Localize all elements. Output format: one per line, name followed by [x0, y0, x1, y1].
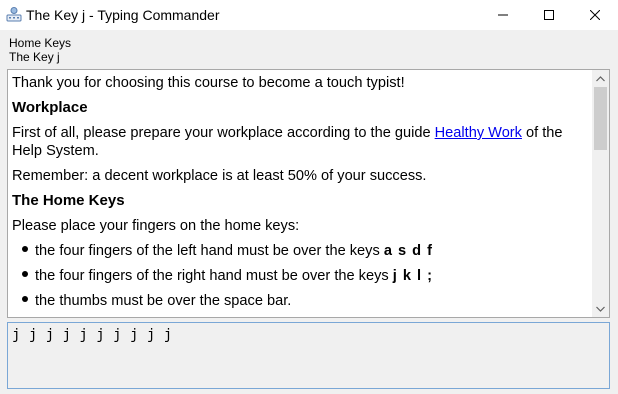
bullet-icon	[22, 296, 28, 302]
intro-text: Thank you for choosing this course to be…	[12, 75, 405, 91]
workplace-text-line2: Help System.	[12, 143, 99, 159]
maximize-icon	[544, 10, 554, 20]
bullet-icon	[22, 271, 28, 277]
typing-input[interactable]: j j j j j j j j j j	[7, 322, 610, 389]
remember-text: Remember: a decent workplace is at least…	[12, 168, 427, 184]
scroll-thumb[interactable]	[594, 87, 607, 150]
vertical-scrollbar[interactable]	[592, 70, 609, 317]
maximize-button[interactable]	[526, 0, 572, 30]
scroll-up-button[interactable]	[592, 70, 609, 87]
bullet-text: the four fingers of the right hand must …	[35, 268, 393, 284]
title-bar[interactable]: The Key j - Typing Commander	[0, 0, 618, 30]
workplace-text-after: of the	[521, 125, 563, 141]
chevron-down-icon	[596, 306, 605, 312]
close-icon	[590, 10, 600, 20]
home-keys-text: Please place your fingers on the home ke…	[12, 218, 300, 234]
window-client: Home Keys The Key j Thank you for choosi…	[0, 30, 618, 394]
workplace-text: First of all, please prepare your workpl…	[12, 125, 435, 141]
bullet-text: the four fingers of the left hand must b…	[35, 243, 384, 259]
workplace-heading: Workplace	[12, 99, 88, 116]
list-item: the four fingers of the left hand must b…	[22, 242, 433, 260]
bullet-text: the thumbs must be over the space bar.	[35, 293, 292, 309]
scroll-down-button[interactable]	[592, 300, 609, 317]
lesson-text-panel[interactable]: Thank you for choosing this course to be…	[7, 69, 610, 318]
healthy-work-link[interactable]: Healthy Work	[435, 125, 522, 141]
typing-commander-icon	[6, 7, 22, 22]
lesson-label: The Key j	[9, 50, 60, 64]
close-button[interactable]	[572, 0, 618, 30]
minimize-button[interactable]	[480, 0, 526, 30]
minimize-icon	[498, 14, 508, 16]
bullet-icon	[22, 246, 28, 252]
typed-text: j j j j j j j j j j	[12, 327, 173, 343]
bullet-keys: a s d f	[383, 243, 433, 259]
bullet-keys: j k l ;	[392, 268, 433, 284]
list-item: the four fingers of the right hand must …	[22, 267, 433, 285]
home-keys-heading: The Home Keys	[12, 192, 125, 209]
workplace-paragraph: First of all, please prepare your workpl…	[12, 124, 563, 142]
window-title: The Key j - Typing Commander	[26, 7, 220, 23]
chevron-up-icon	[596, 75, 605, 81]
list-item: the thumbs must be over the space bar.	[22, 292, 291, 310]
course-label: Home Keys	[9, 36, 72, 50]
